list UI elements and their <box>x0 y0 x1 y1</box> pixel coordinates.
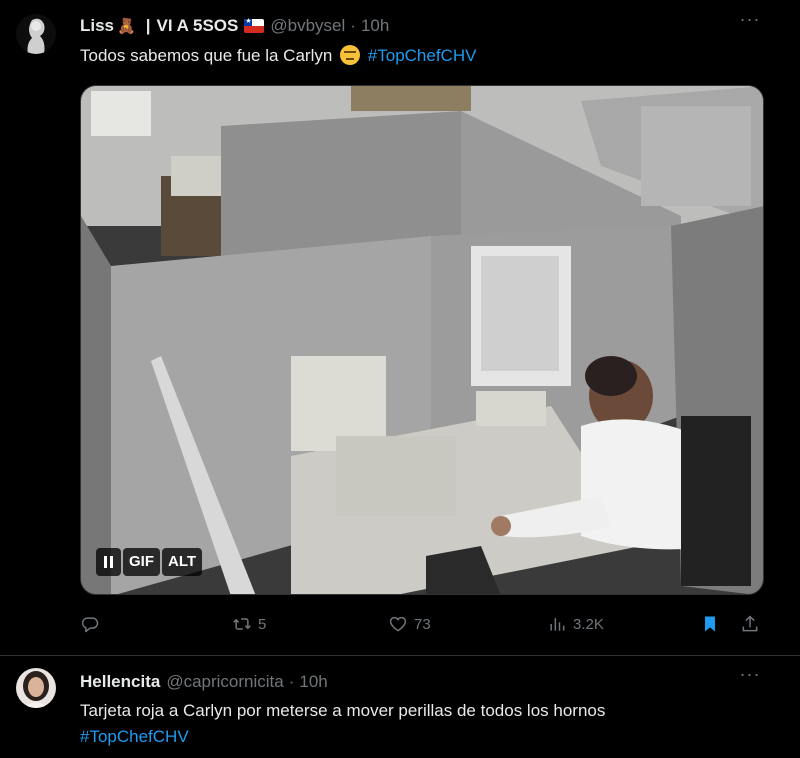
views-button[interactable]: 3.2K <box>547 612 604 636</box>
tweet-header: Liss 🧸 | VI A 5SOS @bvbysel · 10h <box>80 16 389 36</box>
views-icon <box>550 618 565 631</box>
display-name[interactable]: Liss <box>80 16 114 36</box>
tweet-header: Hellencita @capricornicita · 10h <box>80 672 328 692</box>
heart-icon <box>389 616 407 632</box>
timestamp[interactable]: 10h <box>361 16 389 36</box>
more-options-icon[interactable]: ··· <box>738 10 762 34</box>
tweet-text: Tarjeta roja a Carlyn por meterse a move… <box>80 698 605 750</box>
alt-text-button[interactable]: ALT <box>162 548 203 576</box>
avatar[interactable] <box>16 668 56 708</box>
display-name[interactable]: Hellencita <box>80 672 160 692</box>
retweet-button[interactable]: 5 <box>232 612 266 636</box>
avatar-image <box>16 668 56 708</box>
office-cubicle-gif <box>81 86 763 594</box>
dot-separator: · <box>350 16 356 35</box>
name-separator: | <box>145 16 151 35</box>
bookmark-button[interactable] <box>700 612 720 636</box>
chile-flag-icon <box>244 17 265 33</box>
retweet-count: 5 <box>258 615 267 633</box>
pause-icon[interactable] <box>96 548 121 576</box>
tweet-body: Todos sabemos que fue la Carlyn <box>80 46 333 65</box>
avatar[interactable] <box>16 14 56 54</box>
gif-badge: GIF <box>123 548 160 576</box>
display-name-suffix[interactable]: VI A 5SOS <box>156 16 238 36</box>
raised-eyebrow-emoji-icon <box>340 45 361 65</box>
tweet-text: Todos sabemos que fue la Carlyn #TopChef… <box>80 43 476 69</box>
tweet-actions: 5 73 3.2K <box>80 612 764 636</box>
reply-button[interactable] <box>80 612 100 636</box>
share-icon <box>742 615 758 632</box>
reply-icon <box>81 617 99 633</box>
media-controls: GIF ALT <box>96 548 203 576</box>
avatar-image <box>16 14 56 54</box>
dot-separator: · <box>288 672 295 691</box>
retweet-icon <box>233 618 251 630</box>
hashtag-link[interactable]: #TopChefCHV <box>368 46 477 65</box>
hashtag-link[interactable]: #TopChefCHV <box>80 724 605 750</box>
bookmark-icon <box>705 616 715 632</box>
user-handle[interactable]: @bvbysel <box>270 16 345 36</box>
share-button[interactable] <box>740 612 760 636</box>
more-options-icon[interactable]: ··· <box>738 665 762 689</box>
user-handle[interactable]: @capricornicita <box>166 672 283 692</box>
like-button[interactable]: 73 <box>388 612 431 636</box>
timestamp[interactable]: 10h <box>299 672 327 692</box>
tweet-media-gif[interactable] <box>80 85 764 595</box>
like-count: 73 <box>414 615 431 633</box>
tweet-body: Tarjeta roja a Carlyn por meterse a move… <box>80 701 606 720</box>
bear-emoji: 🧸 <box>117 18 136 35</box>
view-count: 3.2K <box>573 615 604 633</box>
